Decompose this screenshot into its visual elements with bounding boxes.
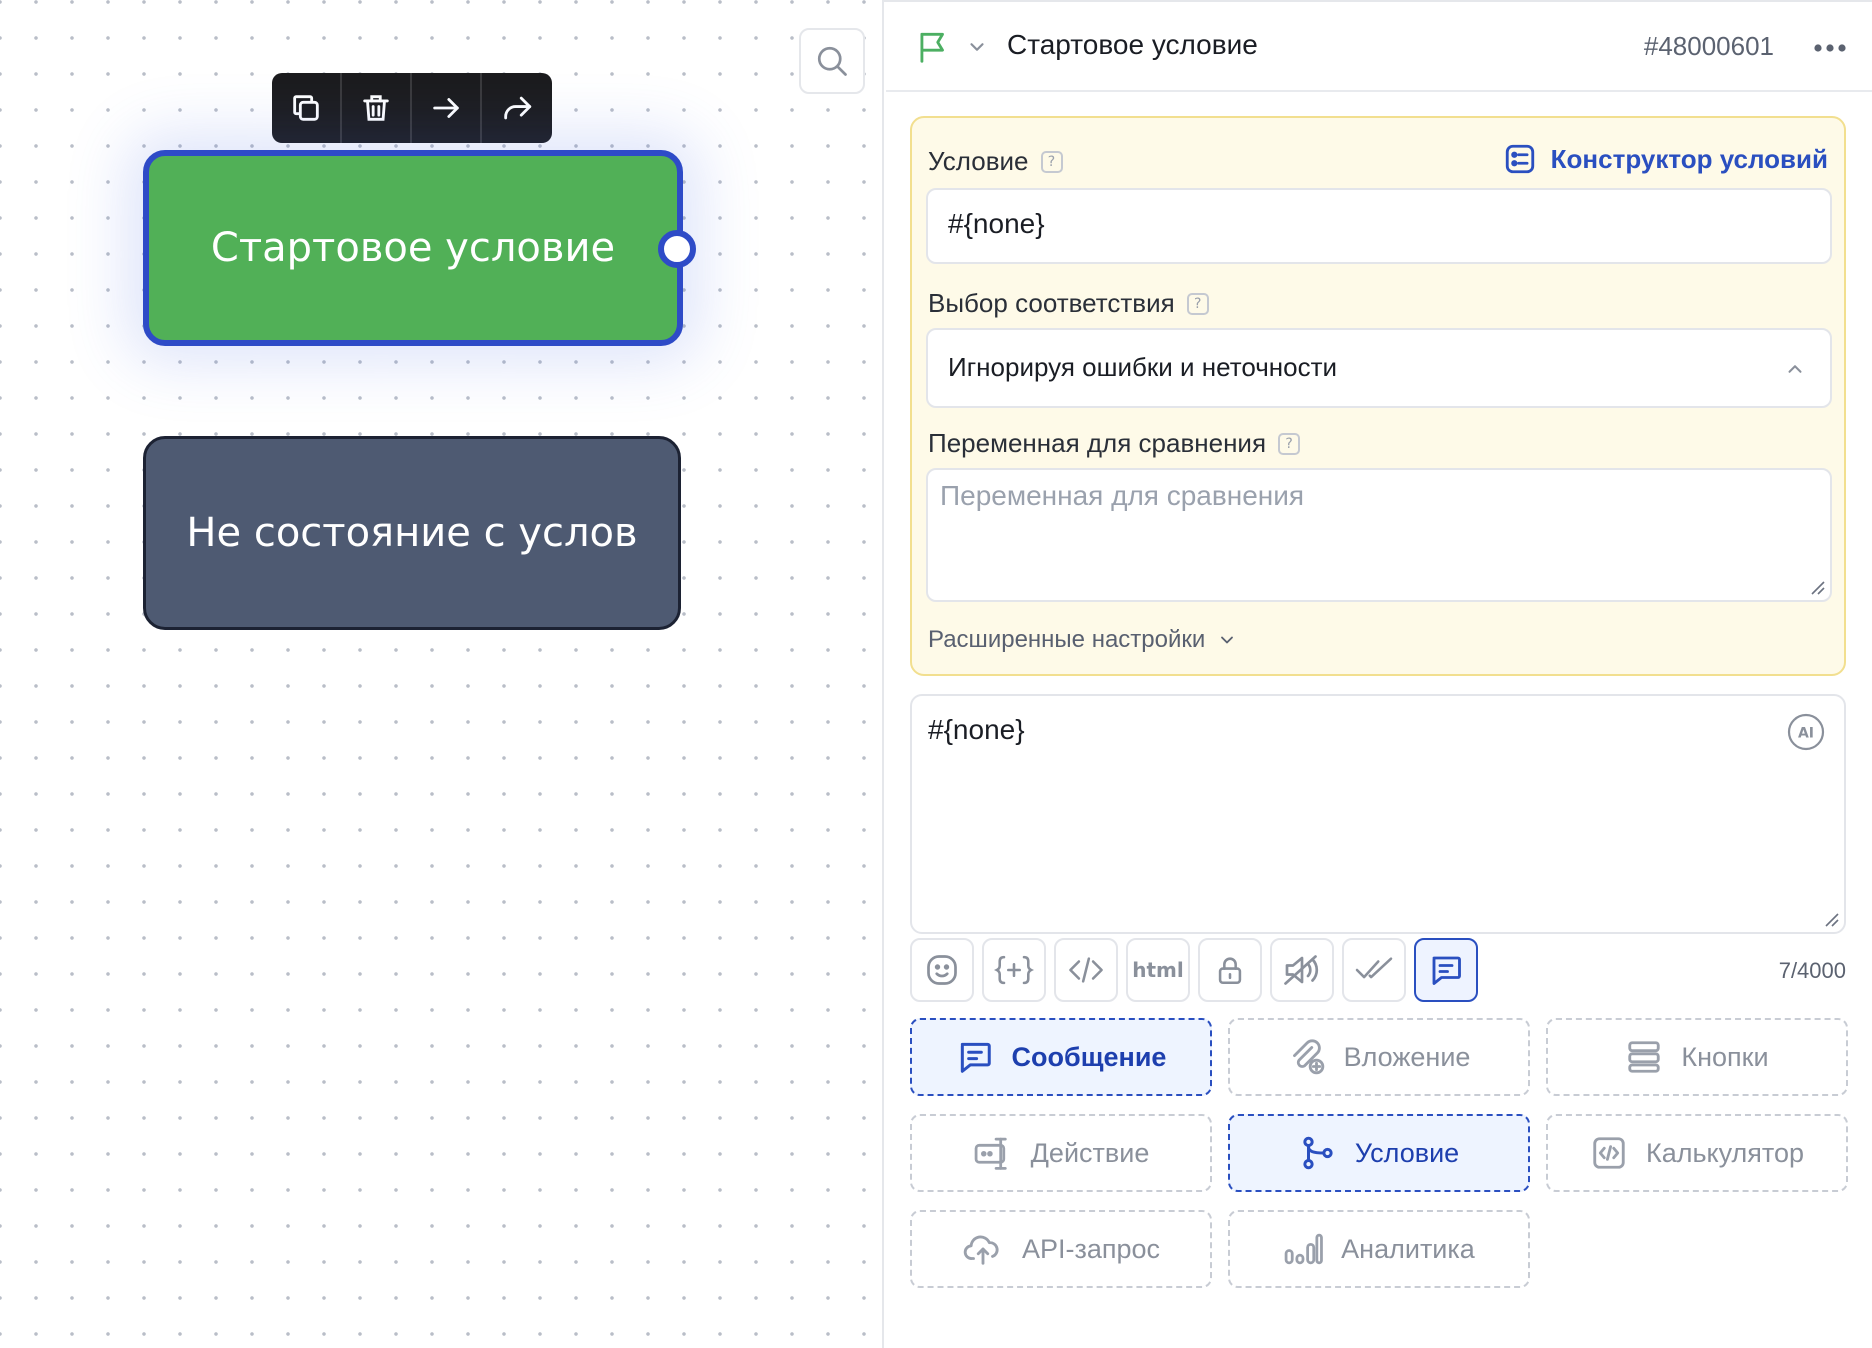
delete-node-button[interactable] <box>342 73 412 143</box>
compare-var-label-text: Переменная для сравнения <box>928 428 1267 458</box>
node-output-port[interactable] <box>658 230 696 268</box>
ai-icon[interactable]: AI <box>1786 712 1826 752</box>
message-mode-button[interactable] <box>1414 938 1478 1002</box>
arrow-right-icon <box>433 98 459 118</box>
emoji-button[interactable] <box>910 938 974 1002</box>
format-toolbar: html 7/4000 <box>910 938 1846 1004</box>
type-label: Действие <box>1030 1137 1150 1168</box>
message-icon <box>960 1042 991 1073</box>
panel-header: Стартовое условие #48000601 <box>886 2 1872 92</box>
canvas-search-button[interactable] <box>799 28 865 94</box>
type-label: Аналитика <box>1341 1233 1475 1264</box>
type-label: Сообщение <box>1011 1041 1167 1072</box>
type-label: Кнопки <box>1681 1041 1769 1072</box>
help-icon[interactable]: ? <box>1186 292 1209 315</box>
code-button[interactable] <box>1054 938 1118 1002</box>
node-start-condition[interactable]: Стартовое условие <box>143 150 683 346</box>
flow-canvas[interactable]: Стартовое условие Не состояние с услов <box>0 0 884 1348</box>
protect-button[interactable] <box>1198 938 1262 1002</box>
compare-var-placeholder: Переменная для сравнения <box>940 480 1305 511</box>
html-button[interactable]: html <box>1126 938 1190 1002</box>
compare-var-label: Переменная для сравнения ? <box>928 428 1301 459</box>
advanced-settings-toggle[interactable]: Расширенные настройки <box>928 626 1237 654</box>
chevron-down-icon <box>1221 636 1234 644</box>
share-icon <box>504 96 532 120</box>
copy-icon <box>293 95 319 121</box>
resize-handle-icon[interactable] <box>1822 910 1840 928</box>
condition-label: Условие ? <box>928 146 1063 177</box>
help-icon[interactable]: ? <box>1278 432 1301 455</box>
type-label: Вложение <box>1343 1041 1471 1072</box>
condition-label-text: Условие <box>928 146 1029 176</box>
condition-value: #{none} <box>948 208 1045 239</box>
type-analytics-button[interactable]: Аналитика <box>1228 1210 1530 1288</box>
connect-node-button[interactable] <box>412 73 482 143</box>
node-not-state[interactable]: Не состояние с услов <box>143 436 681 630</box>
calculator-icon <box>1593 1137 1625 1169</box>
read-receipt-button[interactable] <box>1342 938 1406 1002</box>
cloud-icon <box>963 1235 999 1265</box>
advanced-settings-label: Расширенные настройки <box>928 626 1206 653</box>
branch-icon <box>1303 1136 1333 1170</box>
node-toolbar <box>272 73 552 143</box>
type-label: API-запрос <box>1021 1233 1161 1264</box>
char-counter: 7/4000 <box>1778 958 1846 983</box>
condition-input[interactable]: #{none} <box>926 188 1832 264</box>
message-icon <box>1432 956 1461 985</box>
compare-var-textarea[interactable]: Переменная для сравнения <box>926 468 1832 602</box>
properties-panel: Стартовое условие #48000601 Условие ? Ко… <box>886 2 1872 1348</box>
condition-constructor-link[interactable]: Конструктор условий <box>1503 142 1828 176</box>
trash-icon <box>363 95 389 121</box>
condition-settings-box: Условие ? Конструктор условий #{none} Вы… <box>910 116 1846 676</box>
mute-button[interactable] <box>1270 938 1334 1002</box>
html-label: html <box>1132 958 1184 982</box>
mute-icon <box>1284 955 1319 985</box>
copy-node-button[interactable] <box>272 73 342 143</box>
type-attachment-button[interactable]: Вложение <box>1228 1018 1530 1096</box>
type-label: Калькулятор <box>1645 1137 1805 1168</box>
lock-icon <box>1218 957 1242 985</box>
chevron-up-icon <box>1788 365 1802 373</box>
share-node-button[interactable] <box>482 73 552 143</box>
chevron-down-icon[interactable] <box>966 36 988 58</box>
list-icon <box>1505 144 1534 174</box>
type-condition-button[interactable]: Условие <box>1228 1114 1530 1192</box>
resize-handle-icon[interactable] <box>1808 578 1826 596</box>
panel-title: Стартовое условие <box>1007 29 1258 60</box>
flag-icon[interactable] <box>914 28 952 66</box>
more-icon[interactable] <box>1810 34 1850 62</box>
variable-button[interactable] <box>982 938 1046 1002</box>
search-icon <box>817 46 847 76</box>
analytics-icon <box>1284 1233 1324 1265</box>
double-check-icon <box>1355 957 1393 979</box>
message-text: #{none} <box>928 714 1025 745</box>
buttons-icon <box>1628 1041 1661 1073</box>
type-action-button[interactable]: Действие <box>910 1114 1212 1192</box>
match-label-text: Выбор соответствия <box>928 288 1175 318</box>
emoji-icon <box>927 955 957 985</box>
node-label: Не состояние с услов <box>186 510 638 556</box>
type-api-request-button[interactable]: API-запрос <box>910 1210 1212 1288</box>
type-message-button[interactable]: Сообщение <box>910 1018 1212 1096</box>
node-label: Стартовое условие <box>210 225 616 271</box>
help-icon[interactable]: ? <box>1040 150 1063 173</box>
svg-text:AI: AI <box>1798 726 1814 742</box>
match-label: Выбор соответствия ? <box>928 288 1209 319</box>
code-icon <box>1069 957 1103 983</box>
type-calculator-button[interactable]: Калькулятор <box>1546 1114 1848 1192</box>
type-buttons-button[interactable]: Кнопки <box>1546 1018 1848 1096</box>
variable-icon <box>994 955 1034 985</box>
attachment-icon <box>1292 1039 1324 1075</box>
constructor-link-label: Конструктор условий <box>1550 143 1828 174</box>
match-select[interactable]: Игнорируя ошибки и неточности <box>926 328 1832 408</box>
type-label: Условие <box>1354 1137 1460 1168</box>
action-icon <box>974 1137 1007 1170</box>
match-selected-value: Игнорируя ошибки и неточности <box>948 352 1338 382</box>
message-textarea[interactable]: #{none} AI <box>910 694 1846 934</box>
block-id: #48000601 <box>1643 31 1774 61</box>
